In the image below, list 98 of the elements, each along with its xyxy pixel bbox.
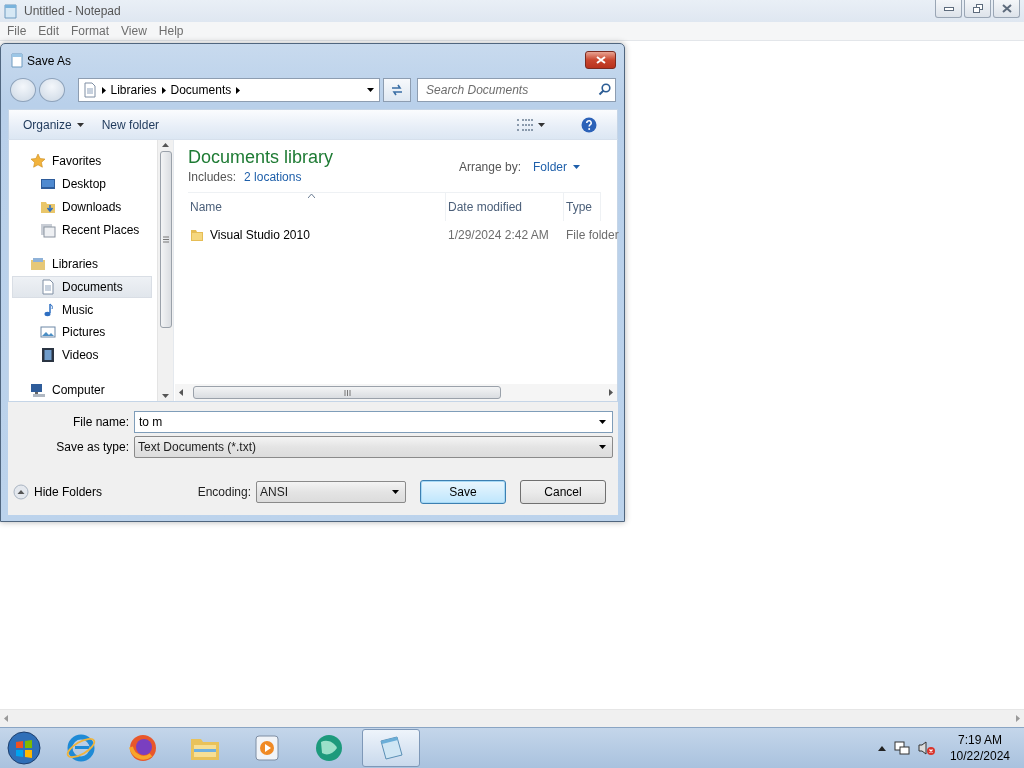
vertical-scrollbar[interactable] (157, 140, 173, 401)
dialog-button[interactable]: Cancel (520, 480, 606, 504)
notepad-icon (4, 3, 18, 19)
chevron-icon (101, 86, 106, 94)
caret-icon (392, 490, 399, 494)
minimize-icon (943, 6, 954, 11)
file-name-label: File name: (71, 415, 130, 429)
menu-item[interactable]: Help (152, 24, 190, 38)
arrange-by-label: Arrange by: (458, 160, 521, 174)
save-as-type-dropdown[interactable]: Text Documents (*.txt) (134, 436, 613, 458)
scroll-right-icon[interactable] (609, 389, 613, 396)
sidebar-item[interactable]: Desktop (12, 172, 152, 196)
caret-icon (573, 165, 580, 169)
search-field[interactable]: Search Documents (417, 78, 616, 102)
grip-icon (343, 389, 351, 396)
sidebar-item[interactable]: Videos (12, 343, 152, 367)
start-button[interactable] (4, 729, 44, 767)
caret-icon (598, 420, 606, 424)
close-button[interactable] (993, 0, 1020, 18)
help-icon (581, 116, 597, 133)
picture-icon (40, 324, 56, 341)
sidebar-item[interactable]: Computer (12, 378, 152, 402)
muted-speaker-icon[interactable] (917, 740, 936, 756)
organize-button[interactable]: Organize (17, 115, 90, 134)
new-folder-button[interactable]: New folder (95, 115, 166, 134)
clock[interactable]: 7:19 AM 10/22/2024 (949, 732, 1010, 764)
encoding-dropdown[interactable]: ANSI (256, 481, 406, 503)
browser-e-icon (65, 733, 97, 763)
sidebar-item[interactable]: Music (12, 298, 152, 321)
restore-button[interactable] (964, 0, 991, 18)
library-icon (30, 256, 46, 273)
restore-icon (972, 4, 983, 13)
computer-icon (30, 381, 46, 398)
recent-places-icon (40, 221, 56, 238)
hide-folders-button[interactable]: Hide Folders (13, 484, 103, 500)
network-icon[interactable] (893, 740, 910, 756)
dialog-button[interactable]: Save (420, 480, 506, 504)
dialog-title: Save As (27, 53, 73, 68)
sidebar-item[interactable]: Documents (12, 275, 152, 299)
file-name: Visual Studio 2010 (210, 228, 310, 242)
locations-link[interactable]: 2 locations (244, 170, 302, 184)
show-hidden-icons-icon[interactable] (877, 745, 886, 751)
film-icon (40, 347, 56, 364)
breadcrumb-item[interactable]: Documents (170, 83, 232, 97)
refresh-icon (390, 84, 405, 96)
scroll-left-icon[interactable] (179, 389, 183, 396)
menu-item[interactable]: Edit (32, 24, 66, 38)
menu-item[interactable]: Format (65, 24, 116, 38)
fox-globe-icon (127, 733, 159, 763)
minimize-button[interactable] (935, 0, 962, 18)
document-icon (40, 278, 56, 295)
sidebar-item[interactable]: Favorites (12, 150, 152, 173)
sidebar-item[interactable]: Recent Places (12, 218, 152, 241)
notepad-icon (11, 53, 23, 68)
scroll-down-icon[interactable] (162, 394, 169, 398)
globe-icon (313, 733, 345, 763)
windows-logo-icon (7, 731, 41, 765)
horizontal-scrollbar[interactable] (175, 384, 617, 401)
chevron-icon (236, 86, 241, 94)
collapse-icon (13, 484, 29, 500)
library-title: Documents library (188, 147, 335, 168)
close-button[interactable] (585, 50, 616, 69)
scroll-up-icon[interactable] (162, 143, 169, 147)
menu-item[interactable]: File (1, 24, 33, 38)
column-header[interactable]: Type (564, 193, 601, 221)
encoding-label: Encoding: (197, 485, 251, 499)
column-header[interactable]: Date modified (446, 193, 564, 221)
sidebar-item[interactable]: Pictures (12, 321, 152, 344)
date-modified-cell-text: 1/29/2024 2:42 AM (447, 227, 550, 244)
address-bar[interactable]: Libraries Documents (77, 78, 381, 102)
file-name-field[interactable]: to m (134, 411, 613, 433)
chevron-icon (161, 86, 166, 94)
window-title: Untitled - Notepad (24, 4, 122, 18)
close-icon (595, 55, 606, 64)
caret-icon (538, 122, 545, 127)
close-icon (1001, 4, 1012, 13)
file-name-cell[interactable]: Visual Studio 2010 (188, 222, 446, 248)
column-header[interactable]: Name (188, 193, 446, 221)
folder-icon (190, 228, 204, 242)
sidebar-item[interactable]: Libraries (12, 252, 152, 276)
star-icon (30, 153, 46, 170)
save-as-type-label: Save as type: (55, 440, 130, 454)
caret-icon (599, 445, 606, 449)
taskbar-app-button[interactable] (362, 729, 420, 767)
type-cell-text: File folder (565, 227, 619, 244)
forward-button[interactable] (38, 78, 65, 102)
grip-icon (162, 236, 169, 243)
caret-icon (76, 122, 84, 127)
caret-icon (366, 88, 374, 92)
arrange-by-dropdown[interactable]: Folder (533, 160, 580, 174)
back-button[interactable] (10, 78, 36, 102)
search-icon (598, 83, 611, 96)
document-icon (82, 82, 97, 98)
details-view-icon (517, 118, 533, 131)
includes-label: Includes: (188, 170, 237, 184)
menu-item[interactable]: View (115, 24, 153, 38)
sidebar-item[interactable]: Downloads (12, 195, 152, 219)
breadcrumb-item[interactable]: Libraries (110, 83, 157, 97)
